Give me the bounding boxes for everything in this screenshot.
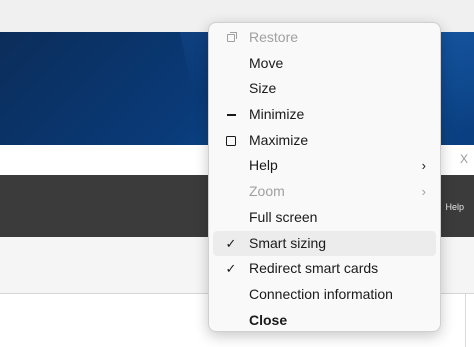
checkmark-icon: ✓ xyxy=(225,261,237,277)
remote-desktop-window: X Help Restore Move Size Minimize Maximi… xyxy=(0,0,474,347)
menu-item-label: Restore xyxy=(249,29,299,45)
menu-item-connection-information[interactable]: Connection information xyxy=(213,282,436,308)
toolbar-help-link[interactable]: Help xyxy=(445,202,464,212)
menu-item-full-screen[interactable]: Full screen xyxy=(213,205,436,231)
menu-item-close[interactable]: Close xyxy=(213,308,436,334)
menu-item-label: Full screen xyxy=(249,208,318,225)
menu-item-label: Minimize xyxy=(249,106,305,123)
menu-item-smart-sizing[interactable]: ✓ Smart sizing xyxy=(213,230,436,257)
menu-item-minimize[interactable]: Minimize xyxy=(213,102,436,128)
menu-item-label: Help xyxy=(249,157,278,174)
menu-item-label: Maximize xyxy=(249,131,309,148)
menu-item-label: Close xyxy=(249,311,288,328)
menu-item-maximize[interactable]: Maximize xyxy=(213,128,436,154)
chevron-right-icon: › xyxy=(421,158,426,174)
menu-item-label: Move xyxy=(249,54,284,71)
menu-item-help[interactable]: Help › xyxy=(213,153,436,179)
system-context-menu: Restore Move Size Minimize Maximize Help… xyxy=(208,22,441,332)
menu-item-restore[interactable]: Restore xyxy=(213,25,436,51)
checkmark-icon: ✓ xyxy=(225,235,237,251)
maximize-icon xyxy=(223,128,239,154)
menu-item-label: Zoom xyxy=(249,183,285,200)
restore-icon xyxy=(223,25,239,51)
menu-item-label: Connection information xyxy=(249,285,393,302)
menu-item-size[interactable]: Size xyxy=(213,76,436,102)
vertical-divider xyxy=(465,294,466,347)
menu-item-zoom[interactable]: Zoom › xyxy=(213,179,436,205)
menu-item-move[interactable]: Move xyxy=(213,51,436,77)
menu-item-label: Size xyxy=(249,80,277,97)
menu-item-label: Redirect smart cards xyxy=(249,260,379,277)
menu-item-redirect-smart-cards[interactable]: ✓ Redirect smart cards xyxy=(213,256,436,282)
minimize-icon xyxy=(223,102,239,128)
chevron-right-icon: › xyxy=(421,184,426,200)
close-icon[interactable]: X xyxy=(460,152,468,166)
menu-item-label: Smart sizing xyxy=(249,234,327,251)
